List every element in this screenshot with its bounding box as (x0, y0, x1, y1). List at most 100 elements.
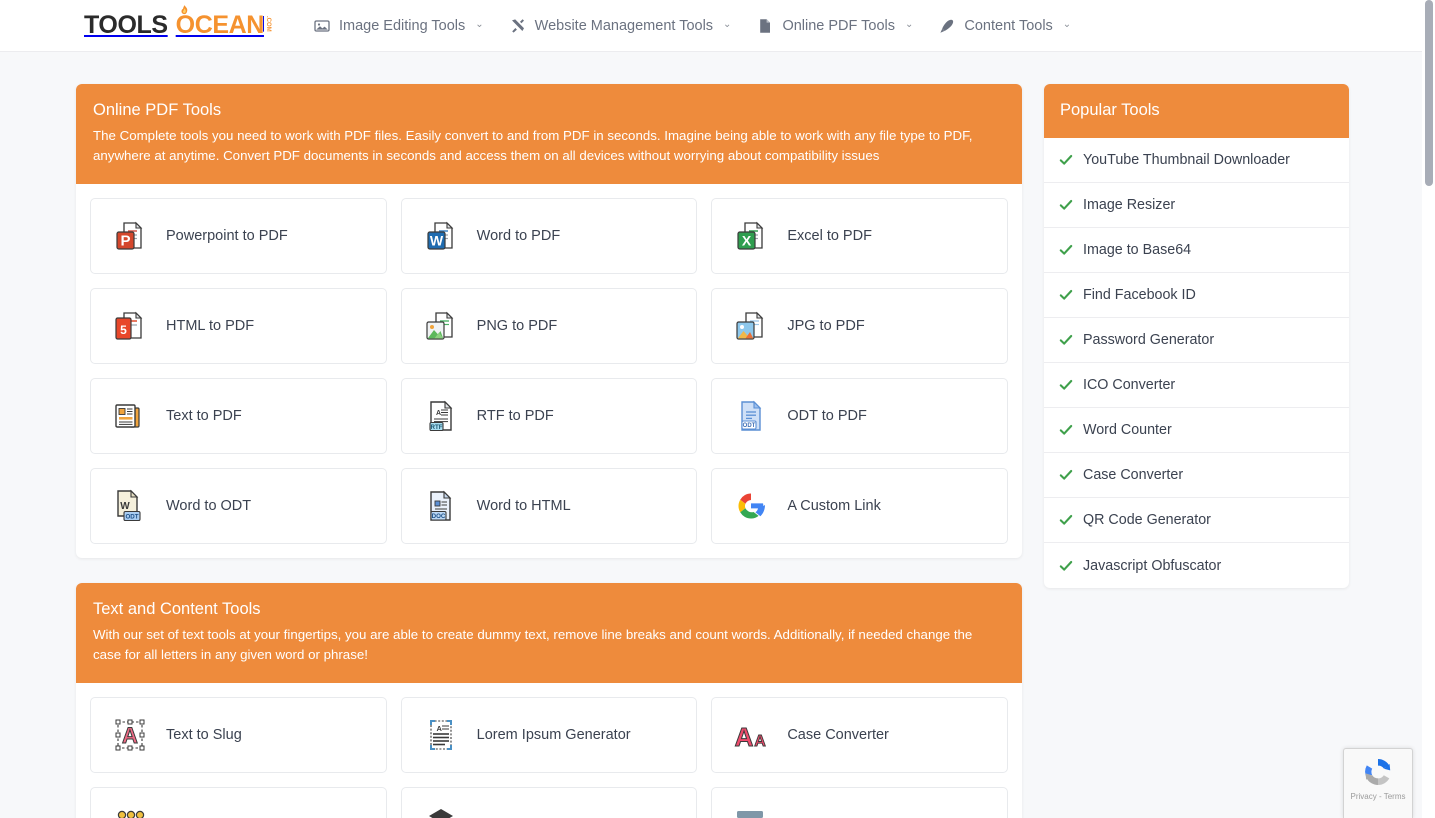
tool-card-powerpoint-to-pdf[interactable]: P Powerpoint to PDF (90, 198, 387, 274)
nav-item-website-management-tools[interactable]: Website Management Tools ⌄ (497, 0, 745, 52)
tool-card-word-to-odt[interactable]: W ODT Word to ODT (90, 468, 387, 544)
sidebar-item-javascript-obfuscator[interactable]: Javascript Obfuscator (1044, 543, 1349, 588)
site-logo[interactable]: TOOLS OCEAN .COM (84, 5, 271, 40)
sidebar-item-password-generator[interactable]: Password Generator (1044, 318, 1349, 363)
doc-file-icon: DOC (419, 484, 463, 528)
nav-label: Image Editing Tools (338, 17, 466, 34)
tool-label: Text to Slug (166, 727, 242, 743)
tool-grid-partial (76, 787, 1022, 818)
nav-label: Online PDF Tools (782, 17, 895, 34)
tool-label: JPG to PDF (787, 318, 865, 334)
chevron-down-icon: ⌄ (723, 19, 732, 30)
svg-text:W: W (430, 233, 444, 249)
tool-grid: P Powerpoint to PDF W Word to PDF X Exce… (76, 184, 1022, 558)
lorem-text-block-icon: A (419, 713, 463, 757)
check-icon (1059, 243, 1073, 257)
check-icon (1059, 378, 1073, 392)
tool-card-word-to-pdf[interactable]: W Word to PDF (400, 198, 698, 274)
tool-card-png-to-pdf[interactable]: PNG to PDF (400, 288, 698, 364)
svg-text:A: A (735, 722, 754, 752)
sidebar-item-case-converter[interactable]: Case Converter (1044, 453, 1349, 498)
tool-label: Excel to PDF (787, 228, 872, 244)
tool-card-partial-3[interactable] (711, 787, 1008, 818)
tool-card-jpg-to-pdf[interactable]: JPG to PDF (711, 288, 1008, 364)
sidebar-item-label: Password Generator (1083, 332, 1215, 348)
cap-icon (419, 803, 463, 818)
sidebar-item-find-facebook-id[interactable]: Find Facebook ID (1044, 273, 1349, 318)
top-navigation-bar: TOOLS OCEAN .COM Image Editing Tools ⌄ W… (0, 0, 1422, 52)
svg-text:W: W (120, 501, 130, 512)
sidebar-item-label: YouTube Thumbnail Downloader (1083, 152, 1290, 168)
tool-label: Lorem Ipsum Generator (476, 727, 631, 743)
sidebar-item-label: Javascript Obfuscator (1083, 557, 1222, 574)
nav-item-content-tools[interactable]: Content Tools ⌄ (926, 0, 1084, 52)
main-column: Online PDF Tools The Complete tools you … (76, 84, 1022, 818)
sidebar-item-image-resizer[interactable]: Image Resizer (1044, 183, 1349, 228)
tools-icon (510, 18, 526, 34)
logo-text-ocean: OCEAN (175, 11, 265, 39)
sidebar-item-image-to-base64[interactable]: Image to Base64 (1044, 228, 1349, 273)
tool-card-text-to-slug[interactable]: A Text to Slug (90, 697, 387, 773)
tool-card-excel-to-pdf[interactable]: X Excel to PDF (711, 198, 1008, 274)
nav-item-image-editing-tools[interactable]: Image Editing Tools ⌄ (301, 0, 497, 52)
check-icon (1059, 468, 1073, 482)
svg-text:A: A (436, 724, 442, 733)
tool-card-html-to-pdf[interactable]: 5 HTML to PDF (90, 288, 387, 364)
tool-label: HTML to PDF (166, 318, 255, 334)
dots-icon (108, 803, 152, 818)
tool-card-odt-to-pdf[interactable]: ODT ODT to PDF (711, 378, 1008, 454)
check-icon (1059, 288, 1073, 302)
tool-card-a-custom-link[interactable]: A Custom Link (711, 468, 1008, 544)
document-icon (757, 18, 773, 34)
main-nav: Image Editing Tools ⌄ Website Management… (301, 0, 1084, 52)
tool-card-text-to-pdf[interactable]: Text to PDF (90, 378, 387, 454)
popular-tools-panel: Popular Tools YouTube Thumbnail Download… (1044, 84, 1349, 588)
recaptcha-badge[interactable]: Privacy - Terms (1343, 748, 1413, 818)
sidebar-column: Popular Tools YouTube Thumbnail Download… (1044, 84, 1349, 588)
flame-icon (181, 5, 187, 15)
sidebar-item-label: Case Converter (1083, 467, 1184, 483)
logo-text-tools: TOOLS (84, 11, 168, 39)
sidebar-item-word-counter[interactable]: Word Counter (1044, 408, 1349, 453)
check-icon (1059, 198, 1073, 212)
tool-card-case-converter[interactable]: A A Case Converter (711, 697, 1008, 773)
word-file-icon: W (419, 214, 463, 258)
tool-label: Word to ODT (166, 498, 252, 514)
content-wrapper: Online PDF Tools The Complete tools you … (76, 52, 1349, 818)
check-icon (1059, 513, 1073, 527)
tool-card-partial-1[interactable] (90, 787, 387, 818)
tool-label: Word to HTML (476, 498, 571, 514)
letter-a-selection-icon: A (108, 713, 152, 757)
recaptcha-icon (1365, 759, 1391, 785)
svg-text:A: A (755, 733, 767, 750)
png-image-file-icon (419, 304, 463, 348)
sidebar-item-qr-code-generator[interactable]: QR Code Generator (1044, 498, 1349, 543)
tool-card-rtf-to-pdf[interactable]: A RTF RTF to PDF (400, 378, 698, 454)
sidebar-title: Popular Tools (1044, 84, 1349, 138)
logo-text-tld: .COM (264, 15, 271, 32)
tool-label: Text to PDF (166, 408, 242, 424)
svg-text:X: X (742, 233, 752, 249)
sidebar-item-ico-converter[interactable]: ICO Converter (1044, 363, 1349, 408)
tool-card-partial-2[interactable] (400, 787, 698, 818)
logo-ocean-group: OCEAN (168, 5, 265, 40)
tool-card-word-to-html[interactable]: DOC Word to HTML (400, 468, 698, 544)
sidebar-item-label: QR Code Generator (1083, 512, 1211, 528)
nav-item-online-pdf-tools[interactable]: Online PDF Tools ⌄ (744, 0, 926, 52)
check-icon (1059, 333, 1073, 347)
page-scrollbar-track[interactable] (1422, 0, 1435, 818)
section-title: Text and Content Tools (93, 600, 261, 618)
check-icon (1059, 153, 1073, 167)
chevron-down-icon: ⌄ (905, 19, 914, 30)
sidebar-item-label: Image Resizer (1083, 197, 1176, 213)
text-document-icon (108, 394, 152, 438)
sidebar-item-youtube-thumbnail-downloader[interactable]: YouTube Thumbnail Downloader (1044, 138, 1349, 183)
chevron-down-icon: ⌄ (475, 19, 484, 30)
svg-text:ODT: ODT (743, 423, 756, 429)
page-scrollbar-thumb[interactable] (1425, 0, 1433, 186)
section-text-and-content-tools: Text and Content Tools With our set of t… (76, 583, 1022, 818)
tool-card-lorem-ipsum-generator[interactable]: A Lorem Ipsum Generator (400, 697, 698, 773)
powerpoint-file-icon: P (108, 214, 152, 258)
svg-text:DOC: DOC (431, 513, 445, 520)
tool-label: A Custom Link (787, 498, 881, 514)
